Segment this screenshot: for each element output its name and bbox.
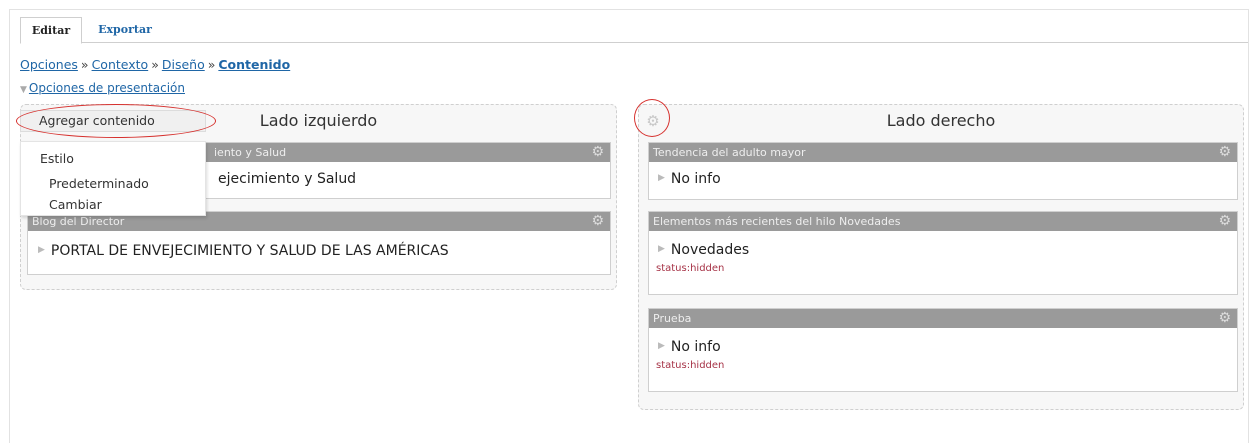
triangle-right-icon: ▶ [658, 244, 665, 254]
pane-content-text: Novedades [670, 242, 750, 258]
breadcrumb-separator: » [151, 57, 159, 72]
tab-export[interactable]: Exportar [90, 17, 160, 43]
gear-icon[interactable]: ⚙ [1218, 212, 1231, 231]
breadcrumb-options[interactable]: Opciones [20, 57, 78, 72]
status-label: status:hidden [656, 360, 725, 371]
pane-content: ▶ PORTAL DE ENVEJECIMIENTO Y SALUD DE LAS… [28, 231, 610, 259]
pane-header: Tendencia del adulto mayor ⚙ [649, 143, 1237, 162]
breadcrumb-context[interactable]: Contexto [92, 57, 149, 72]
pane-right-3: Prueba ⚙ ▶ No info status:hidden [648, 308, 1238, 392]
pane-title: Elementos más recientes del hilo Novedad… [653, 215, 901, 228]
style-label: Estilo [40, 151, 74, 166]
add-content-button[interactable]: Agregar contenido [20, 110, 206, 132]
right-region-title: Lado derecho [886, 111, 996, 130]
breadcrumb-separator: » [80, 57, 89, 72]
breadcrumb-separator: » [207, 57, 216, 72]
pane-right-1: Tendencia del adulto mayor ⚙ ▶ No info [648, 142, 1238, 200]
pane-content: ▶ Novedades [649, 231, 1237, 258]
pane-right-2: Elementos más recientes del hilo Novedad… [648, 211, 1238, 295]
pane-left-2: Blog del Director ⚙ ▶ PORTAL DE ENVEJECIM… [27, 211, 611, 275]
pane-header: Elementos más recientes del hilo Novedad… [649, 212, 1237, 231]
style-popup-menu: Estilo Predeterminado Cambiar [20, 141, 206, 216]
triangle-right-icon: ▶ [658, 341, 665, 351]
tab-edit[interactable]: Editar [20, 17, 82, 44]
triangle-right-icon: ▶ [38, 245, 45, 255]
style-current-value: Predeterminado [49, 176, 149, 191]
pane-content-text: ejecimiento y Salud [218, 171, 357, 187]
breadcrumb-content[interactable]: Contenido [218, 57, 290, 72]
presentation-options-toggle[interactable]: ▼ Opciones de presentación [20, 81, 185, 95]
pane-title: Tendencia del adulto mayor [653, 146, 806, 159]
pane-header: Prueba ⚙ [649, 309, 1237, 328]
gear-icon[interactable]: ⚙ [591, 212, 604, 231]
pane-content-text: No info [670, 171, 721, 187]
triangle-down-icon: ▼ [20, 85, 27, 95]
tab-bar: Editar Exportar [20, 17, 1248, 44]
right-region: ⚙ Lado derecho Tendencia del adulto mayo… [638, 104, 1244, 410]
pane-title: Blog del Director [32, 215, 125, 228]
gear-icon[interactable]: ⚙ [1218, 309, 1231, 328]
pane-content-text: PORTAL DE ENVEJECIMIENTO Y SALUD DE LAS … [50, 243, 449, 259]
triangle-right-icon: ▶ [658, 173, 665, 183]
gear-icon[interactable]: ⚙ [591, 143, 604, 162]
status-label: status:hidden [656, 263, 725, 274]
pane-content: ▶ No info [649, 328, 1237, 355]
breadcrumb-design[interactable]: Diseño [162, 57, 205, 72]
pane-content-text: No info [670, 339, 721, 355]
presentation-options-link[interactable]: Opciones de presentación [29, 81, 185, 95]
style-change-link[interactable]: Cambiar [49, 197, 102, 212]
breadcrumb: Opciones» Contexto» Diseño» Contenido [20, 57, 290, 72]
gear-icon[interactable]: ⚙ [1218, 143, 1231, 162]
pane-title: Prueba [653, 312, 692, 325]
pane-content: ▶ No info [649, 162, 1237, 187]
